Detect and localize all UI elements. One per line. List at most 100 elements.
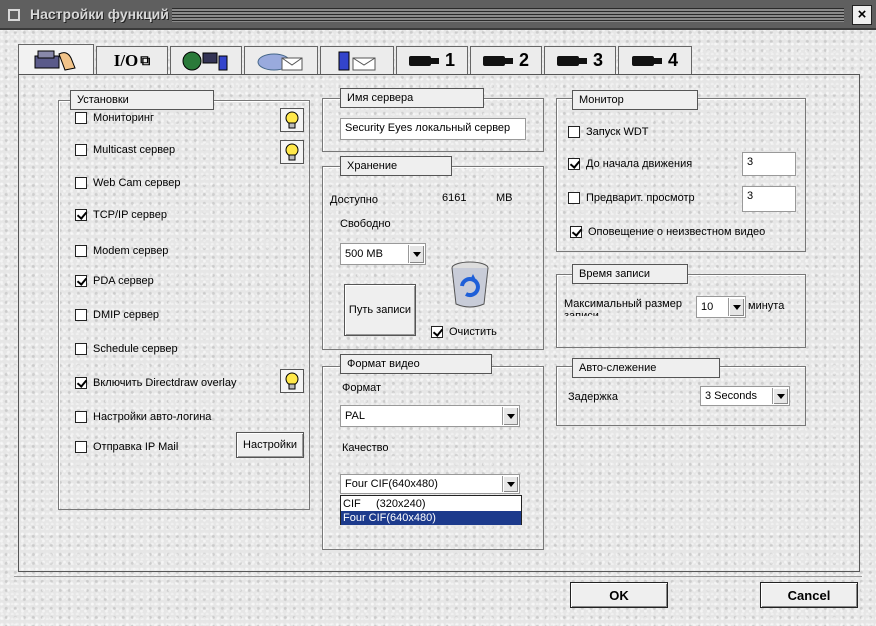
camera-icon	[482, 55, 513, 67]
quality-option-cif[interactable]: CIF (320x240)	[341, 497, 521, 511]
checkbox-box	[75, 343, 87, 355]
ok-button[interactable]: OK	[570, 582, 668, 608]
title-stripes	[172, 8, 844, 22]
chevron-down-icon	[772, 388, 788, 404]
multicast-server-checkbox[interactable]: Multicast сервер	[75, 144, 175, 156]
format-select[interactable]: PAL	[340, 405, 520, 427]
checkbox-box	[75, 411, 87, 423]
clean-label: Очистить	[449, 326, 497, 338]
quality-option-four-cif[interactable]: Four CIF(640x480)	[341, 511, 521, 525]
quality-select[interactable]: Four CIF(640x480)	[340, 474, 520, 494]
pda-server-checkbox[interactable]: PDA сервер	[75, 275, 154, 287]
tab-camera-4[interactable]: 4	[618, 46, 692, 74]
cancel-button[interactable]: Cancel	[760, 582, 858, 608]
checkbox-box	[570, 226, 582, 238]
format-value: PAL	[345, 410, 365, 422]
checkbox-box	[75, 309, 87, 321]
tab-settings[interactable]	[18, 44, 94, 75]
camera-icon	[408, 55, 439, 67]
preview-label: Предварит. просмотр	[586, 192, 695, 204]
auto-tracking-title: Авто-слежение	[572, 358, 720, 378]
schedule-server-label: Schedule сервер	[93, 343, 178, 355]
available-value: 6161	[442, 192, 467, 204]
unknown-video-label: Оповещение о неизвестном видео	[588, 226, 766, 238]
available-label: Доступно	[330, 194, 379, 206]
settings-hand-icon	[34, 50, 76, 71]
monitoring-label: Мониторинг	[93, 112, 155, 124]
tab-network[interactable]	[170, 46, 242, 74]
email-icon	[257, 53, 303, 70]
lightbulb-icon[interactable]	[280, 108, 304, 132]
tab-camera-1-label: 1	[444, 50, 455, 70]
clean-checkbox[interactable]: Очистить	[431, 326, 497, 338]
lightbulb-icon[interactable]	[280, 369, 304, 393]
tab-camera-4-label: 4	[667, 50, 678, 70]
tcpip-server-checkbox[interactable]: TCP/IP сервер	[75, 209, 167, 221]
directdraw-overlay-checkbox[interactable]: Включить Directdraw overlay	[75, 377, 236, 389]
tab-email[interactable]	[244, 46, 318, 74]
quality-dropdown-list: CIF (320x240) Four CIF(640x480)	[340, 495, 522, 525]
monitor-title: Монитор	[572, 90, 698, 110]
dmip-server-checkbox[interactable]: DMIP сервер	[75, 309, 159, 321]
tab-camera-2[interactable]: 2	[470, 46, 542, 74]
chevron-down-icon	[408, 245, 424, 263]
wdt-checkbox[interactable]: Запуск WDT	[568, 126, 649, 138]
modem-server-checkbox[interactable]: Modem сервер	[75, 245, 168, 257]
preview-checkbox[interactable]: Предварит. просмотр	[568, 192, 695, 204]
max-size-unit: минута	[748, 300, 785, 312]
tab-io-label: I/O	[113, 50, 139, 70]
checkbox-box	[568, 126, 580, 138]
footer-divider	[14, 576, 862, 577]
schedule-server-checkbox[interactable]: Schedule сервер	[75, 343, 178, 355]
quality-value: Four CIF(640x480)	[345, 478, 438, 490]
free-label: Свободно	[340, 218, 391, 230]
io-icon: ⧉	[140, 52, 151, 68]
settings-group-title: Установки	[70, 90, 214, 110]
checkbox-box	[75, 112, 87, 124]
window-title: Настройки функций	[30, 6, 169, 22]
free-space-select[interactable]: 500 MB	[340, 243, 426, 265]
multicast-server-label: Multicast сервер	[93, 144, 176, 156]
record-path-button[interactable]: Путь записи	[344, 284, 416, 336]
unknown-video-checkbox[interactable]: Оповещение о неизвестном видео	[570, 226, 765, 238]
pda-server-label: PDA сервер	[93, 275, 154, 287]
ip-mail-settings-button[interactable]: Настройки	[236, 432, 304, 458]
tab-pda-mail[interactable]	[320, 46, 394, 74]
pre-motion-checkbox[interactable]: До начала движения	[568, 158, 692, 170]
checkbox-box	[568, 192, 580, 204]
max-size-value: 10	[701, 301, 714, 313]
tab-camera-3[interactable]: 3	[544, 46, 616, 74]
title-bar: Настройки функций ×	[0, 0, 876, 30]
video-format-title: Формат видео	[340, 354, 492, 374]
chevron-down-icon	[728, 298, 744, 316]
system-menu-icon[interactable]	[8, 9, 20, 21]
recycle-bin-icon[interactable]	[446, 258, 494, 310]
tab-io[interactable]: I/O ⧉	[96, 46, 168, 74]
max-size-label-2: записи	[564, 310, 599, 316]
monitoring-checkbox[interactable]: Мониторинг	[75, 112, 154, 124]
close-button[interactable]: ×	[852, 5, 872, 25]
camera-icon	[556, 55, 587, 67]
server-name-title: Имя сервера	[340, 88, 484, 108]
ip-mail-checkbox[interactable]: Отправка IP Mail	[75, 441, 178, 453]
preview-input[interactable]: 3	[742, 186, 796, 212]
tab-camera-2-label: 2	[518, 50, 529, 70]
delay-value: 3 Seconds	[705, 390, 757, 402]
camera-icon	[631, 55, 662, 67]
delay-select[interactable]: 3 Seconds	[700, 386, 790, 406]
tcpip-server-label: TCP/IP сервер	[93, 209, 167, 221]
network-icon	[182, 51, 228, 70]
pre-motion-input[interactable]: 3	[742, 152, 796, 176]
webcam-server-checkbox[interactable]: Web Cam сервер	[75, 177, 180, 189]
server-name-input[interactable]: Security Eyes локальный сервер	[340, 118, 526, 140]
tab-camera-1[interactable]: 1	[396, 46, 468, 74]
directdraw-overlay-label: Включить Directdraw overlay	[93, 377, 237, 389]
max-size-select[interactable]: 10	[696, 296, 746, 318]
checkbox-box	[568, 158, 580, 170]
checkbox-box	[75, 177, 87, 189]
delay-label: Задержка	[568, 391, 618, 403]
ip-mail-label: Отправка IP Mail	[93, 441, 179, 453]
record-time-title: Время записи	[572, 264, 688, 284]
auto-login-settings-checkbox[interactable]: Настройки авто-логина	[75, 411, 211, 423]
lightbulb-icon[interactable]	[280, 140, 304, 164]
